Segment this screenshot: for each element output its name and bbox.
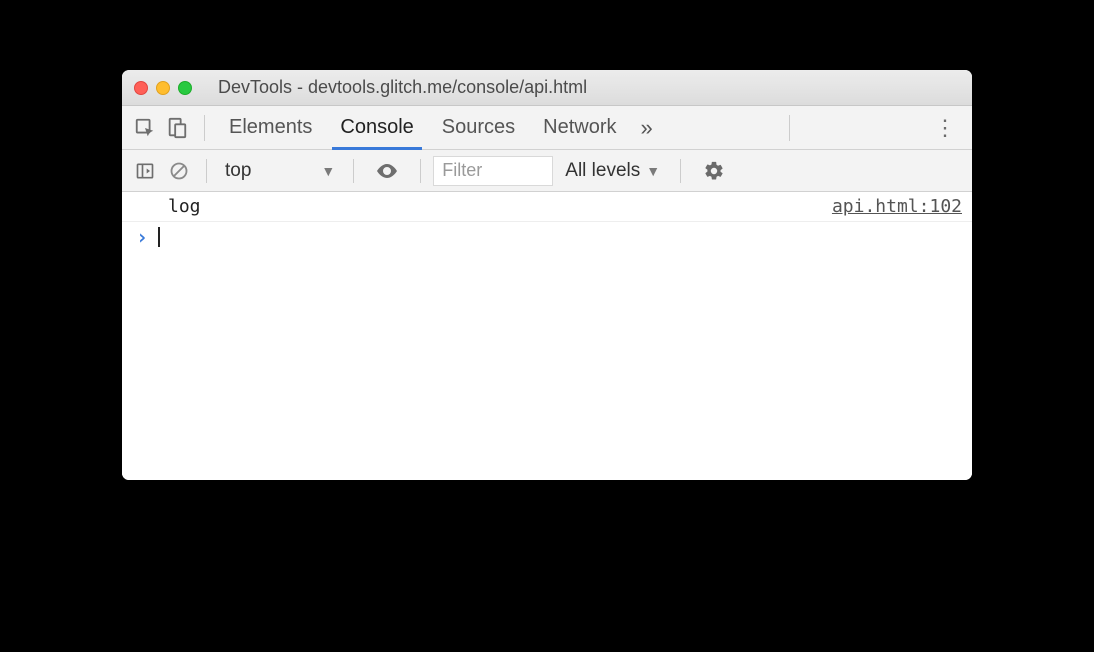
console-message-text: log (168, 196, 201, 217)
live-expression-icon[interactable] (372, 156, 402, 186)
minimize-window-button[interactable] (156, 81, 170, 95)
separator (789, 115, 790, 141)
separator (680, 159, 681, 183)
maximize-window-button[interactable] (178, 81, 192, 95)
chevron-down-icon: ▼ (321, 163, 335, 179)
separator (353, 159, 354, 183)
settings-menu-button[interactable]: ⋮ (926, 115, 964, 141)
console-message-source-link[interactable]: api.html:102 (832, 196, 962, 217)
window-controls (134, 81, 192, 95)
text-cursor (158, 227, 160, 247)
window-title: DevTools - devtools.glitch.me/console/ap… (218, 77, 587, 98)
filter-input[interactable] (433, 156, 553, 186)
separator (204, 115, 205, 141)
inspect-element-icon[interactable] (130, 113, 160, 143)
console-prompt[interactable]: › (122, 222, 972, 252)
chevron-down-icon: ▼ (646, 163, 660, 179)
log-levels-selector[interactable]: All levels ▼ (557, 160, 668, 182)
device-toolbar-icon[interactable] (162, 113, 192, 143)
tab-sources[interactable]: Sources (428, 106, 529, 149)
clear-console-icon[interactable] (164, 156, 194, 186)
levels-label: All levels (565, 160, 640, 182)
titlebar: DevTools - devtools.glitch.me/console/ap… (122, 70, 972, 106)
console-message-row[interactable]: log api.html:102 (122, 192, 972, 222)
tab-label: Elements (229, 116, 312, 139)
separator (420, 159, 421, 183)
execution-context-selector[interactable]: top ▼ (219, 160, 341, 182)
separator (206, 159, 207, 183)
tab-network[interactable]: Network (529, 106, 630, 149)
tab-console[interactable]: Console (326, 106, 427, 149)
console-toolbar: top ▼ All levels ▼ (122, 150, 972, 192)
console-settings-icon[interactable] (699, 156, 729, 186)
tab-label: Network (543, 116, 616, 139)
tab-elements[interactable]: Elements (215, 106, 326, 149)
chevron-right-double-icon: » (641, 115, 653, 140)
console-output: log api.html:102 › (122, 192, 972, 480)
tab-label: Console (340, 116, 413, 139)
prompt-caret-icon: › (136, 225, 148, 249)
kebab-icon: ⋮ (934, 115, 956, 140)
close-window-button[interactable] (134, 81, 148, 95)
toggle-console-sidebar-icon[interactable] (130, 156, 160, 186)
devtools-window: DevTools - devtools.glitch.me/console/ap… (122, 70, 972, 480)
context-label: top (225, 160, 251, 182)
tab-label: Sources (442, 116, 515, 139)
more-tabs-button[interactable]: » (631, 115, 663, 141)
devtools-tabstrip: Elements Console Sources Network » ⋮ (122, 106, 972, 150)
